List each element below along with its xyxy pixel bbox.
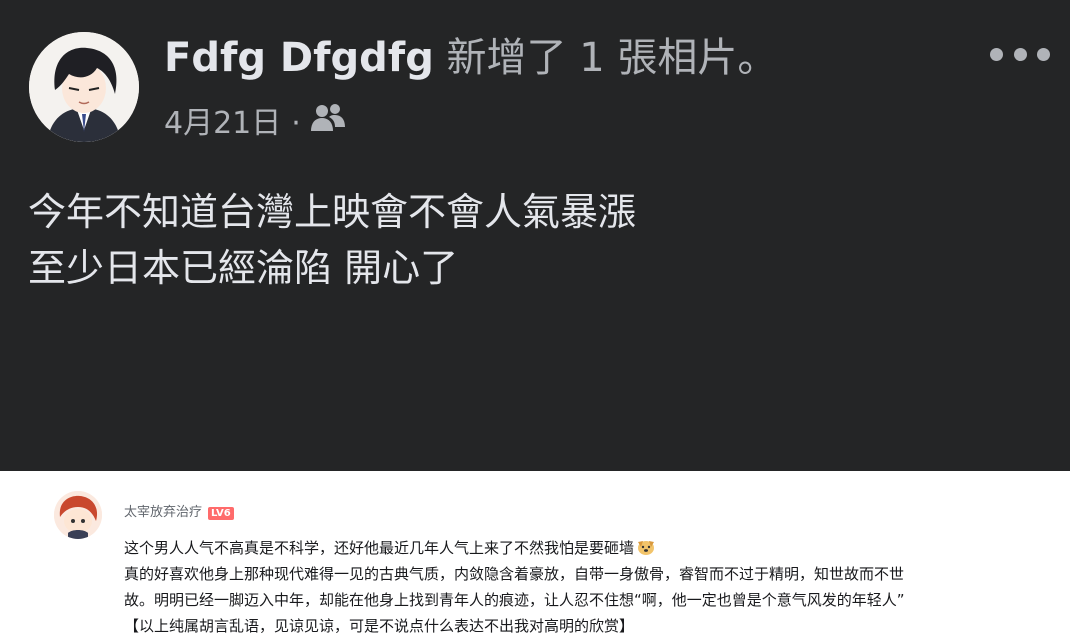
post-date[interactable]: 4月21日: [164, 102, 281, 146]
more-dot: [1037, 47, 1050, 61]
commenter-name[interactable]: 太宰放弃治疗: [124, 504, 202, 522]
comment-screenshot: 太宰放弃治疗 LV6 这个男人人气不高真是不科学，还好他最近几年人气上来了不然我…: [0, 471, 1070, 644]
more-dot: [1013, 47, 1027, 61]
comment-line: 【以上纯属胡言乱语，见谅见谅，可是不说点什么表达不出我对高明的欣赏】: [124, 617, 635, 635]
author-name[interactable]: Fdfg Dfgdfg: [164, 35, 434, 81]
post-body: 今年不知道台灣上映會不會人氣暴漲 至少日本已經淪陷 開心了: [28, 184, 636, 296]
level-badge: LV6: [208, 506, 234, 520]
comment-line: 这个男人人气不高真是不科学，还好他最近几年人气上来了不然我怕是要砸墙: [124, 535, 1054, 561]
commenter-avatar[interactable]: [54, 491, 102, 539]
friends-icon[interactable]: [310, 102, 345, 146]
commenter-info: 太宰放弃治疗 LV6: [124, 504, 234, 522]
comment-body: 这个男人人气不高真是不科学，还好他最近几年人气上来了不然我怕是要砸墙 真的好喜欢…: [124, 535, 1054, 639]
post-text-line: 今年不知道台灣上映會不會人氣暴漲: [28, 190, 637, 234]
more-dot: [990, 47, 1003, 61]
more-options-icon[interactable]: [990, 34, 1050, 74]
author-avatar[interactable]: [29, 32, 139, 142]
facebook-post: Fdfg Dfgdfg 新增了 1 張相片。 4月21日 · 今年不知道台灣上映…: [0, 0, 1070, 471]
comment-line: 故。明明已经一脚迈入中年，却能在他身上找到青年人的痕迹，让人忍不住想“啊，他一定…: [124, 591, 905, 609]
comment-line-text: 这个男人人气不高真是不科学，还好他最近几年人气上来了不然我怕是要砸墙: [124, 539, 635, 557]
comment-line: 真的好喜欢他身上那种现代难得一见的古典气质，内敛隐含着豪放，自带一身傲骨，睿智而…: [124, 565, 905, 583]
post-header: Fdfg Dfgdfg 新增了 1 張相片。: [164, 30, 777, 86]
post-text-line: 至少日本已經淪陷 開心了: [28, 246, 459, 290]
post-meta: 4月21日 ·: [164, 102, 345, 146]
post-action-text: 新增了 1 張相片。: [446, 35, 778, 81]
meta-separator: ·: [291, 106, 301, 141]
dog-face-emoji-icon: [636, 538, 656, 556]
